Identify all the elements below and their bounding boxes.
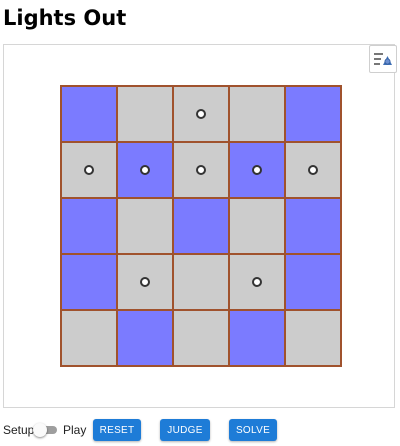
reset-button[interactable]: RESET xyxy=(93,419,141,441)
play-label: Play xyxy=(63,423,87,437)
solution-marker xyxy=(252,277,262,287)
game-panel xyxy=(3,44,397,408)
board-cell-r2-c2[interactable] xyxy=(117,142,173,198)
solve-button[interactable]: SOLVE xyxy=(229,419,277,441)
solution-marker xyxy=(140,277,150,287)
board-cell-r2-c1[interactable] xyxy=(61,142,117,198)
board-cell-r5-c1[interactable] xyxy=(61,310,117,366)
solution-marker xyxy=(252,165,262,175)
board-cell-r4-c4[interactable] xyxy=(229,254,285,310)
board-cell-r3-c4[interactable] xyxy=(229,198,285,254)
board-cell-r1-c5[interactable] xyxy=(285,86,341,142)
board-cell-r3-c3[interactable] xyxy=(173,198,229,254)
solution-marker xyxy=(140,165,150,175)
setup-label: Setup xyxy=(3,423,35,437)
controls-bar: Setup Play RESET JUDGE SOLVE xyxy=(0,419,400,441)
solution-marker xyxy=(196,109,206,119)
solution-marker xyxy=(84,165,94,175)
judge-button[interactable]: JUDGE xyxy=(160,419,210,441)
board-cell-r5-c4[interactable] xyxy=(229,310,285,366)
board-cell-r5-c5[interactable] xyxy=(285,310,341,366)
board-cell-r4-c3[interactable] xyxy=(173,254,229,310)
board-cell-r3-c5[interactable] xyxy=(285,198,341,254)
page-title: Lights Out xyxy=(3,6,127,30)
board-cell-r4-c1[interactable] xyxy=(61,254,117,310)
board-cell-r2-c5[interactable] xyxy=(285,142,341,198)
board-cell-r1-c4[interactable] xyxy=(229,86,285,142)
menu-button[interactable] xyxy=(369,45,397,73)
board-cell-r5-c3[interactable] xyxy=(173,310,229,366)
toggle-knob xyxy=(33,423,47,437)
board-cell-r5-c2[interactable] xyxy=(117,310,173,366)
board-cell-r3-c1[interactable] xyxy=(61,198,117,254)
board-cell-r4-c2[interactable] xyxy=(117,254,173,310)
list-settings-icon xyxy=(374,53,392,65)
board-cell-r4-c5[interactable] xyxy=(285,254,341,310)
game-board xyxy=(60,85,342,367)
board-cell-r2-c3[interactable] xyxy=(173,142,229,198)
board-cell-r1-c2[interactable] xyxy=(117,86,173,142)
solution-marker xyxy=(196,165,206,175)
board-cell-r3-c2[interactable] xyxy=(117,198,173,254)
mode-toggle[interactable] xyxy=(33,423,57,437)
board-cell-r1-c1[interactable] xyxy=(61,86,117,142)
board-cell-r1-c3[interactable] xyxy=(173,86,229,142)
solution-marker xyxy=(308,165,318,175)
board-cell-r2-c4[interactable] xyxy=(229,142,285,198)
